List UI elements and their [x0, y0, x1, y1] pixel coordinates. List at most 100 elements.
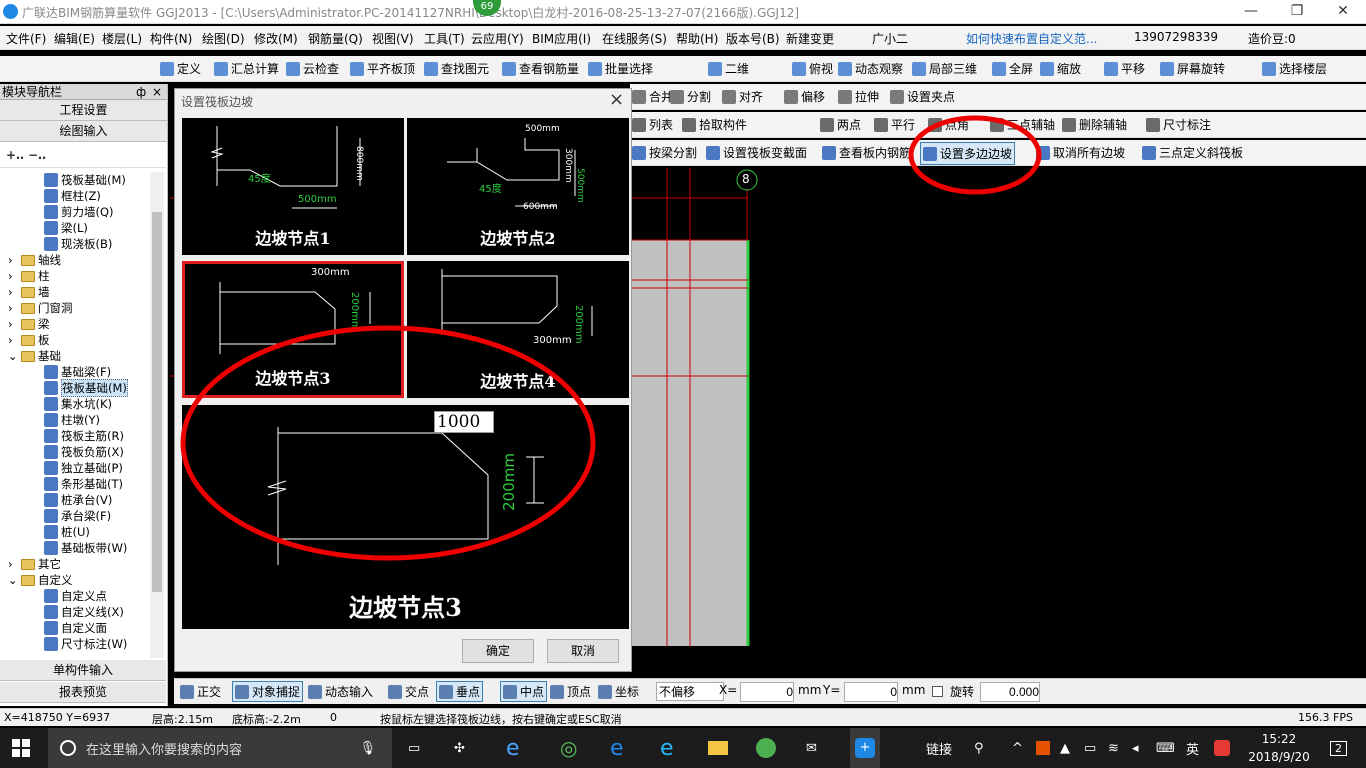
browser360-icon[interactable]: ◎	[560, 728, 584, 768]
tree-item[interactable]: ⌄ 自定义	[8, 572, 73, 588]
tree-item[interactable]: › 轴线	[8, 252, 61, 268]
tree-item[interactable]: 筏板负筋(X)	[44, 444, 124, 460]
keyboard-icon[interactable]: ⌨	[1156, 728, 1175, 768]
toolbar3-btn-7[interactable]: 尺寸标注	[1146, 116, 1211, 133]
toolbar4-btn-3[interactable]: 设置多边边坡	[920, 142, 1016, 165]
menu-item-13[interactable]: 版本号(B)	[726, 30, 780, 47]
wifi-icon[interactable]: ≋	[1108, 728, 1119, 768]
toolbar4-btn-5[interactable]: 三点定义斜筏板	[1142, 144, 1243, 161]
menu-item-15[interactable]: 广小二	[872, 30, 908, 47]
close-window-icon[interactable]: ✕	[1320, 0, 1366, 24]
edge-blue-icon[interactable]: e	[610, 728, 634, 768]
tree-item[interactable]: › 梁	[8, 316, 50, 332]
tree-item[interactable]: 承台梁(F)	[44, 508, 111, 524]
tree-item[interactable]: 桩承台(V)	[44, 492, 112, 508]
chevron-right-icon[interactable]: ›	[8, 333, 18, 347]
slope-node-3[interactable]: 300mm 200mm 边坡节点3	[182, 261, 404, 398]
tree-item[interactable]: ⌄ 基础	[8, 348, 61, 364]
pinwheel-icon[interactable]: ✣	[454, 728, 478, 768]
nav-close-icon[interactable]: ×	[152, 84, 162, 100]
toolbar1-btn-7[interactable]: 二维	[708, 60, 749, 77]
menu-item-4[interactable]: 绘图(D)	[202, 30, 245, 47]
battery-icon[interactable]: ▭	[1084, 728, 1096, 768]
cancel-button[interactable]: 取消	[547, 639, 619, 663]
toolbar3-btn-3[interactable]: 平行	[874, 116, 915, 133]
toolbar1-btn-10[interactable]: 局部三维	[912, 60, 977, 77]
tree-item[interactable]: 自定义面	[44, 620, 107, 636]
tree-item[interactable]: 剪力墙(Q)	[44, 204, 114, 220]
edge-icon[interactable]: e	[506, 728, 530, 768]
tree-item[interactable]: 筏板主筋(R)	[44, 428, 124, 444]
ok-button[interactable]: 确定	[462, 639, 534, 663]
tree-scrollbar[interactable]	[150, 172, 164, 658]
slope-node-2[interactable]: 500mm 300mm 500mm 45度 600mm 边坡节点2	[407, 118, 629, 255]
toolbar1-btn-14[interactable]: 屏幕旋转	[1160, 60, 1225, 77]
chevron-right-icon[interactable]: ›	[8, 285, 18, 299]
toolbar3-btn-1[interactable]: 拾取构件	[682, 116, 747, 133]
taskbar-search-box[interactable]: 在这里输入你要搜索的内容 🎙	[48, 728, 392, 768]
snap-toggle-0[interactable]: 正交	[180, 683, 221, 700]
tray-up-icon[interactable]: ^	[1012, 728, 1023, 768]
toolbar3-btn-5[interactable]: 三点辅轴	[990, 116, 1055, 133]
toolbar2-btn-2[interactable]: 对齐	[722, 88, 763, 105]
toolbar4-btn-4[interactable]: 取消所有边坡	[1036, 144, 1125, 161]
tree-item[interactable]: 现浇板(B)	[44, 236, 112, 252]
mail-icon[interactable]: ✉	[806, 728, 830, 768]
toolbar1-btn-1[interactable]: 汇总计算	[214, 60, 279, 77]
tree-item[interactable]: 筏板基础(M)	[44, 379, 128, 397]
tree-item[interactable]: 筏板基础(M)	[44, 172, 126, 188]
toolbar2-btn-3[interactable]: 偏移	[784, 88, 825, 105]
toolbar1-btn-3[interactable]: 平齐板顶	[350, 60, 415, 77]
volume-icon[interactable]: ◂	[1132, 728, 1139, 768]
task-view-icon[interactable]: ▭	[408, 728, 428, 768]
taskbar-link[interactable]: 链接	[926, 728, 952, 768]
offset-mode-select[interactable]: 不偏移	[656, 682, 725, 701]
menu-item-14[interactable]: 新建变更	[786, 30, 834, 47]
toolbar1-btn-13[interactable]: 平移	[1104, 60, 1145, 77]
snap-toggle-7[interactable]: 坐标	[598, 683, 639, 700]
clock[interactable]: 15:22 2018/9/20	[1244, 730, 1314, 766]
tree-item[interactable]: › 柱	[8, 268, 50, 284]
toolbar1-btn-6[interactable]: 批量选择	[588, 60, 653, 77]
slope-node-4[interactable]: 200mm 300mm 边坡节点4	[407, 261, 629, 398]
tree-item[interactable]: 条形基础(T)	[44, 476, 123, 492]
menu-item-12[interactable]: 帮助(H)	[676, 30, 718, 47]
snap-toggle-5[interactable]: 中点	[500, 681, 548, 702]
ime-indicator[interactable]: 英	[1186, 728, 1199, 768]
chevron-right-icon[interactable]: ›	[8, 557, 18, 571]
toolbar3-btn-2[interactable]: 两点	[820, 116, 861, 133]
tree-item[interactable]: 柱墩(Y)	[44, 412, 100, 428]
nav-btn-report-preview[interactable]: 报表预览	[0, 682, 166, 703]
tree-item[interactable]: › 墙	[8, 284, 50, 300]
toolbar1-btn-11[interactable]: 全屏	[992, 60, 1033, 77]
notification-bell-icon[interactable]: ▲	[1060, 728, 1070, 768]
green-app-icon[interactable]	[756, 728, 780, 768]
snap-toggle-2[interactable]: 动态输入	[308, 683, 373, 700]
tree-item[interactable]: 框柱(Z)	[44, 188, 101, 204]
chevron-down-icon[interactable]: ⌄	[8, 573, 18, 587]
chevron-right-icon[interactable]: ›	[8, 301, 18, 315]
toolbar4-btn-2[interactable]: 查看板内钢筋	[822, 144, 911, 161]
toolbar1-btn-2[interactable]: 云检查	[286, 60, 339, 77]
menu-item-6[interactable]: 钢筋量(Q)	[308, 30, 363, 47]
expand-all-icon[interactable]: +‥	[6, 148, 24, 162]
x-offset-input[interactable]	[740, 682, 794, 702]
snap-toggle-4[interactable]: 垂点	[436, 681, 484, 702]
menu-item-0[interactable]: 文件(F)	[6, 30, 46, 47]
rotate-input[interactable]	[980, 682, 1040, 702]
snap-toggle-6[interactable]: 顶点	[550, 683, 591, 700]
menu-item-17[interactable]: 13907298339	[1134, 30, 1218, 44]
toolbar1-btn-8[interactable]: 俯视	[792, 60, 833, 77]
action-center-icon[interactable]: 2	[1330, 728, 1347, 768]
toolbar1-btn-9[interactable]: 动态观察	[838, 60, 903, 77]
ie-icon[interactable]: e	[660, 728, 684, 768]
minimize-icon[interactable]: —	[1228, 0, 1274, 24]
menu-item-16[interactable]: 如何快速布置自定义范...	[966, 30, 1097, 47]
menu-item-2[interactable]: 楼层(L)	[102, 30, 142, 47]
chevron-down-icon[interactable]: ⌄	[8, 349, 18, 363]
menu-item-3[interactable]: 构件(N)	[150, 30, 192, 47]
menu-item-1[interactable]: 编辑(E)	[54, 30, 95, 47]
tree-item[interactable]: › 板	[8, 332, 50, 348]
y-offset-input[interactable]	[844, 682, 898, 702]
menu-item-11[interactable]: 在线服务(S)	[602, 30, 667, 47]
